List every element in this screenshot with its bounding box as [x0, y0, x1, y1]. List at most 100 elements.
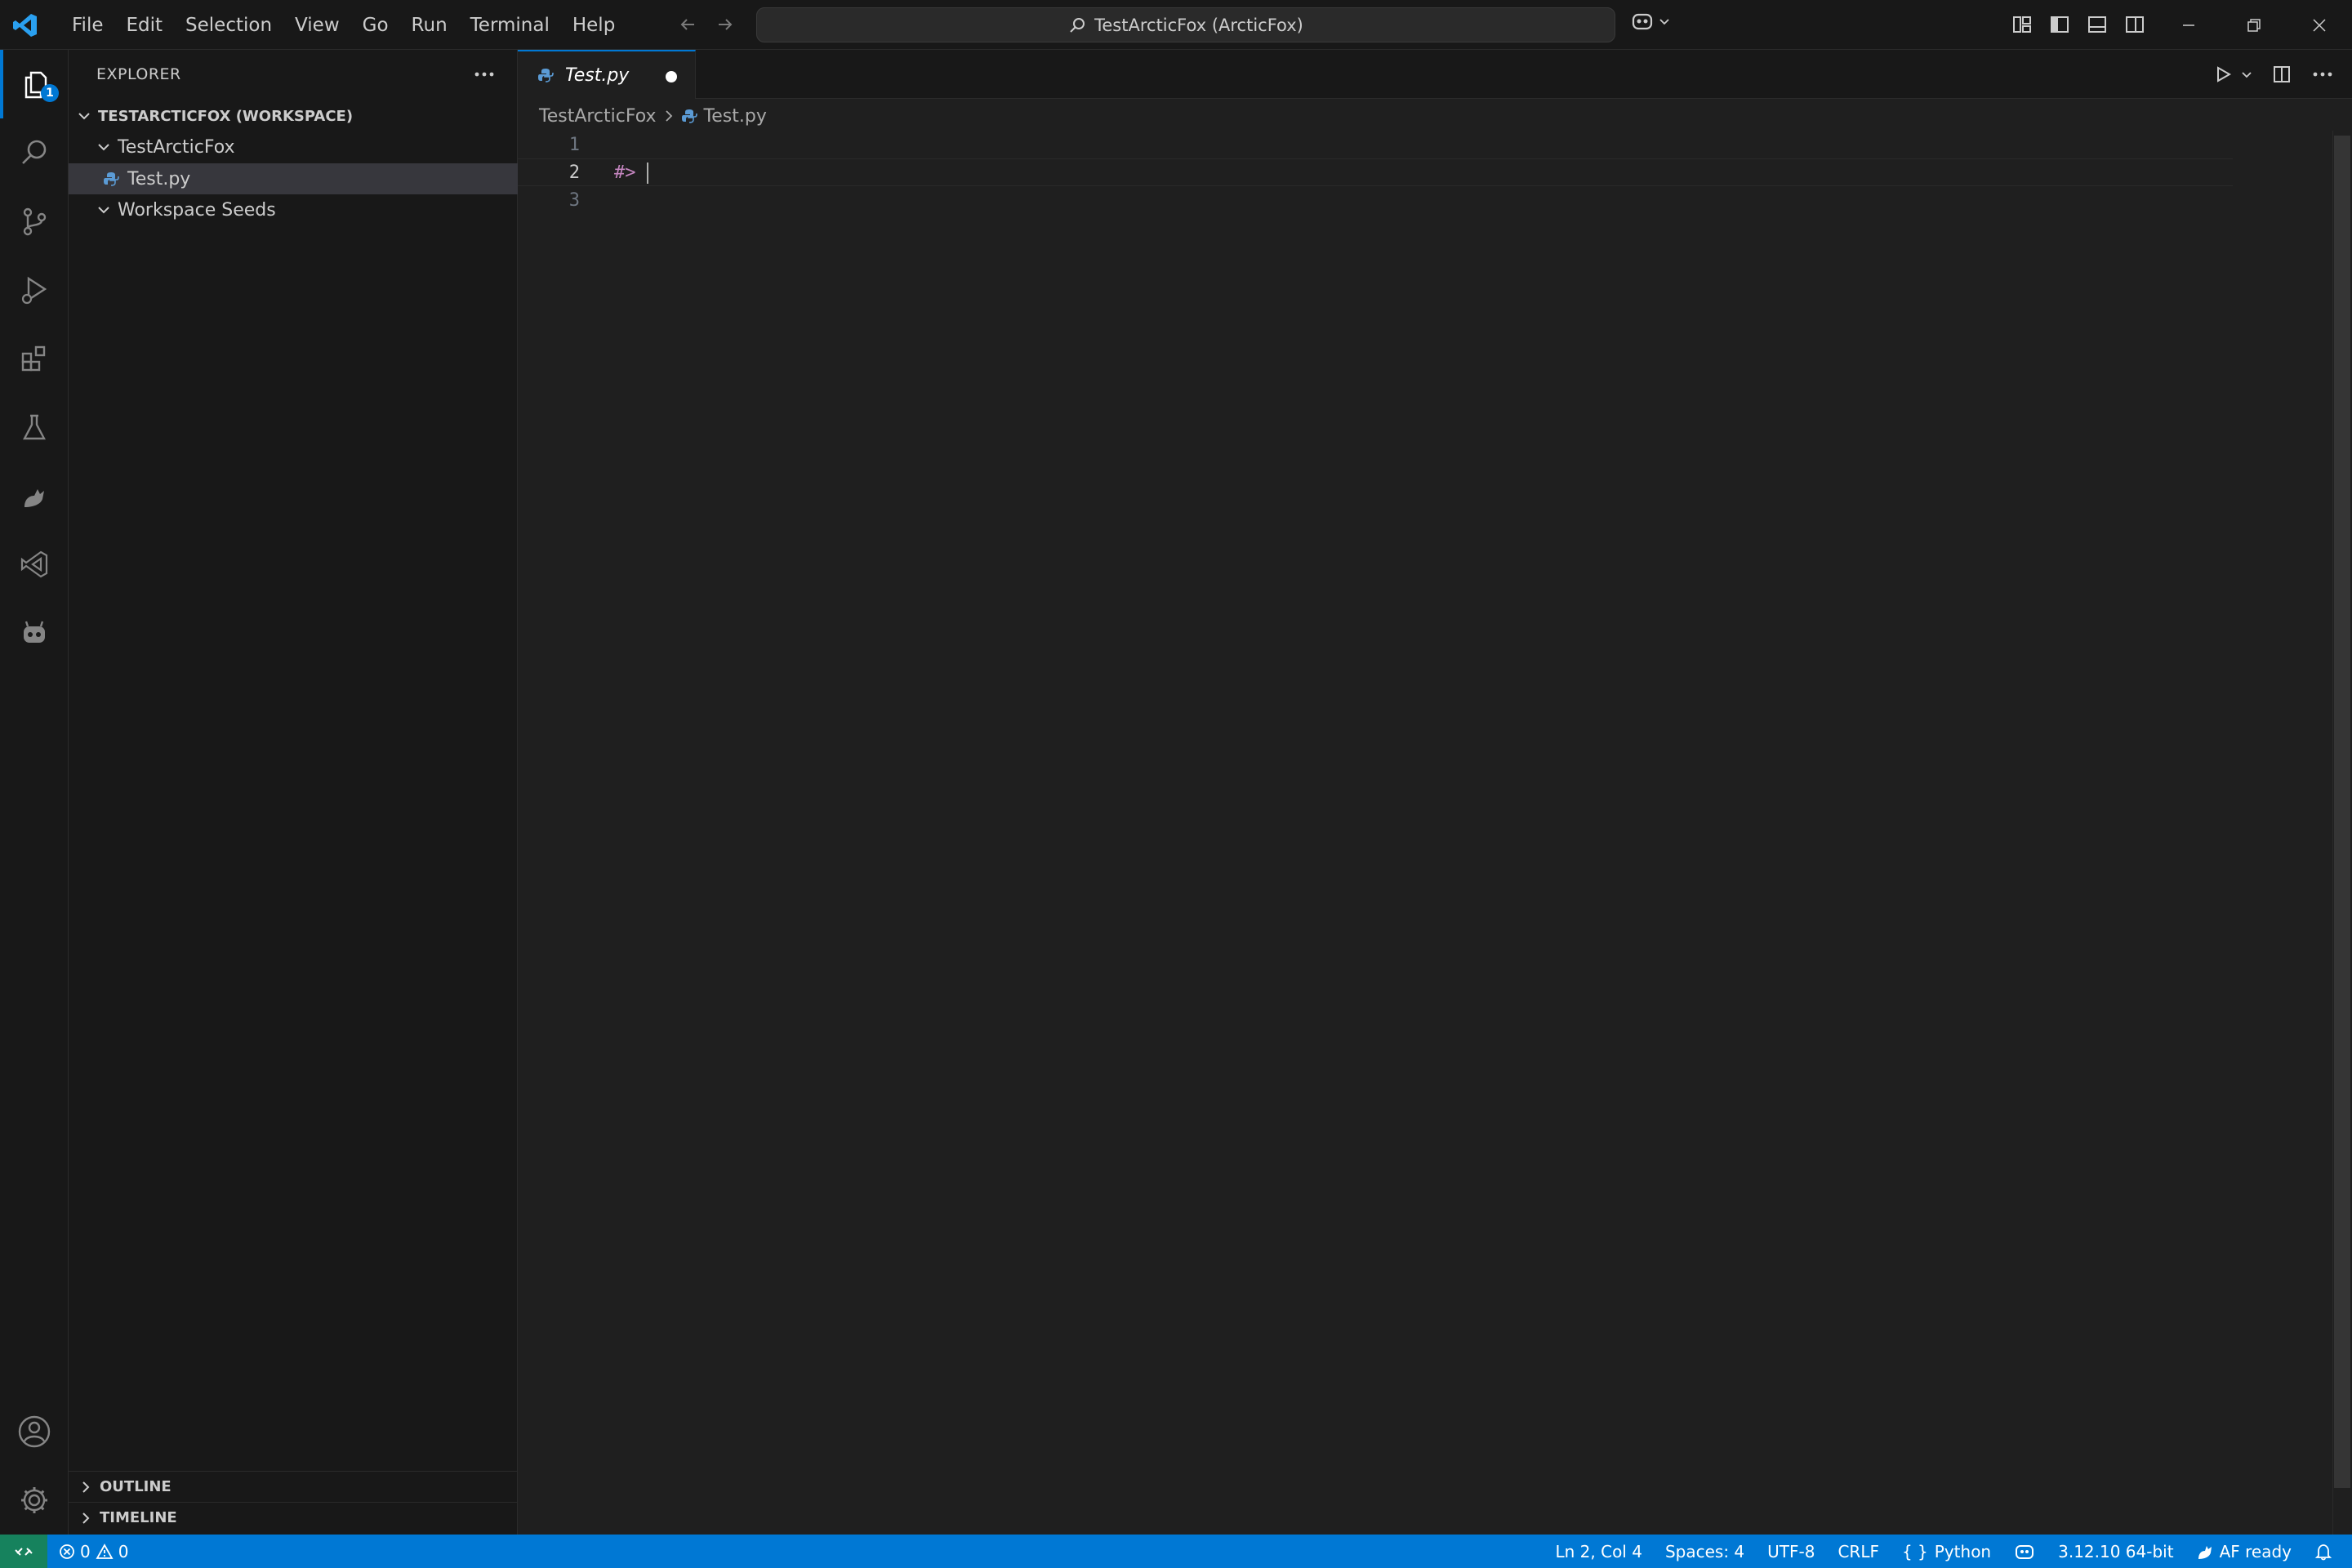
breadcrumb-folder[interactable]: TestArcticFox [539, 106, 657, 127]
warning-icon [96, 1543, 114, 1560]
menu-file[interactable]: File [60, 9, 115, 42]
activity-bar: 1 [0, 50, 69, 1535]
accounts-activity[interactable] [0, 1397, 69, 1466]
status-bar: 0 0 Ln 2, Col 4 Spaces: 4 UTF-8 CRLF { }… [0, 1535, 2352, 1568]
language-mode[interactable]: { } Python [1902, 1542, 1991, 1561]
cursor-position[interactable]: Ln 2, Col 4 [1555, 1542, 1642, 1561]
restore-icon[interactable] [2221, 0, 2287, 50]
toggle-secondary-sidebar-icon[interactable] [2122, 10, 2148, 39]
command-center-label: TestArcticFox (ArcticFox) [1094, 15, 1303, 35]
timeline-section[interactable]: TIMELINE [69, 1502, 518, 1533]
forward-arrow-icon[interactable] [712, 11, 738, 38]
tree-folder-testarcticfox[interactable]: TestArcticFox [69, 131, 518, 163]
run-python-icon[interactable] [2210, 60, 2236, 89]
workspace-label: TESTARCTICFOX (WORKSPACE) [98, 107, 354, 125]
status-right-group: Ln 2, Col 4 Spaces: 4 UTF-8 CRLF { } Pyt… [1555, 1535, 2332, 1568]
tab-label: Test.py [565, 65, 630, 86]
chevron-right-icon [663, 109, 675, 123]
code-editor[interactable]: 1 2 #> 3 [518, 131, 2352, 1535]
extensions-icon [18, 342, 51, 375]
chevron-down-icon[interactable] [2239, 60, 2254, 89]
line-number: 2 [568, 162, 580, 183]
folder-label: TestArcticFox [118, 136, 235, 158]
window-controls [2156, 0, 2352, 50]
unsaved-dot-icon[interactable] [666, 71, 677, 82]
search-activity[interactable] [0, 118, 69, 187]
manage-activity[interactable] [0, 1466, 69, 1535]
encoding[interactable]: UTF-8 [1767, 1542, 1815, 1561]
python-interpreter[interactable]: 3.12.10 64-bit [2058, 1542, 2173, 1561]
explorer-badge: 1 [41, 84, 59, 102]
testing-activity[interactable] [0, 393, 69, 461]
layout-controls [2009, 10, 2148, 39]
menu-edit[interactable]: Edit [115, 9, 175, 42]
arcticfox-status[interactable]: AF ready [2197, 1542, 2292, 1561]
minimize-icon[interactable] [2156, 0, 2221, 50]
code-line: 3 [518, 186, 2233, 214]
command-center[interactable]: TestArcticFox (ArcticFox) [756, 7, 1615, 42]
line-number: 3 [568, 189, 580, 211]
fox-icon [2197, 1543, 2213, 1561]
breadcrumb-file[interactable]: Test.py [704, 106, 767, 127]
editor-tab-bar: Test.py [518, 50, 2352, 99]
line-text: #> [614, 162, 636, 183]
text-cursor [647, 163, 648, 184]
gear-icon [16, 1482, 52, 1518]
remote-indicator[interactable] [0, 1535, 47, 1568]
close-icon[interactable] [2287, 0, 2352, 50]
toggle-panel-icon[interactable] [2084, 10, 2110, 39]
robot-icon [18, 617, 51, 649]
visual-studio-icon [18, 548, 51, 581]
menu-terminal[interactable]: Terminal [459, 9, 561, 42]
account-icon [16, 1414, 52, 1450]
copilot-icon [1630, 10, 1655, 33]
python-file-icon [536, 65, 555, 85]
more-actions-icon[interactable] [2310, 60, 2336, 89]
chevron-right-icon [75, 1508, 96, 1529]
menu-selection[interactable]: Selection [174, 9, 283, 42]
menu-help[interactable]: Help [561, 9, 626, 42]
problems-indicator[interactable]: 0 0 [59, 1535, 128, 1568]
copilot-menu[interactable] [1630, 10, 1671, 33]
python-file-icon [101, 169, 121, 189]
folder-label: Workspace Seeds [118, 199, 276, 220]
warning-count: 0 [118, 1541, 129, 1561]
more-actions-icon[interactable] [468, 60, 501, 89]
code-line: 1 [518, 131, 2233, 158]
split-editor-icon[interactable] [2269, 60, 2295, 89]
scrollbar-thumb[interactable] [2334, 136, 2350, 1488]
notifications-bell-icon[interactable] [2314, 1543, 2332, 1561]
code-line-current: 2 #> [518, 158, 2233, 186]
chevron-down-icon [1658, 15, 1671, 28]
copilot-status-icon[interactable] [2014, 1542, 2035, 1561]
error-icon [59, 1544, 75, 1560]
explorer-sidebar: EXPLORER TESTARCTICFOX (WORKSPACE) TestA… [69, 50, 518, 1535]
chevron-down-icon [93, 199, 114, 220]
customize-layout-icon[interactable] [2009, 10, 2035, 39]
flask-icon [18, 411, 51, 443]
outline-section[interactable]: OUTLINE [69, 1471, 518, 1502]
menu-view[interactable]: View [283, 9, 351, 42]
tab-test-py[interactable]: Test.py [518, 50, 696, 99]
outline-label: OUTLINE [100, 1478, 172, 1495]
visual-studio-activity[interactable] [0, 530, 69, 599]
arcticfox-activity[interactable] [0, 461, 69, 530]
error-count: 0 [80, 1541, 91, 1561]
indentation[interactable]: Spaces: 4 [1665, 1542, 1744, 1561]
source-control-icon [18, 205, 51, 238]
extensions-activity[interactable] [0, 324, 69, 393]
back-arrow-icon[interactable] [675, 11, 701, 38]
menu-run[interactable]: Run [400, 9, 459, 42]
toggle-primary-sidebar-icon[interactable] [2047, 10, 2073, 39]
tree-file-test-py[interactable]: Test.py [69, 163, 518, 194]
workspace-section[interactable]: TESTARCTICFOX (WORKSPACE) [69, 100, 518, 131]
run-debug-activity[interactable] [0, 256, 69, 324]
copilot-activity[interactable] [0, 599, 69, 667]
source-control-activity[interactable] [0, 187, 69, 256]
end-of-line[interactable]: CRLF [1838, 1542, 1879, 1561]
explorer-activity[interactable]: 1 [0, 50, 69, 118]
menu-go[interactable]: Go [351, 9, 400, 42]
tree-folder-workspace-seeds[interactable]: Workspace Seeds [69, 194, 518, 225]
remote-icon [14, 1542, 33, 1561]
editor-actions [2210, 60, 2336, 89]
